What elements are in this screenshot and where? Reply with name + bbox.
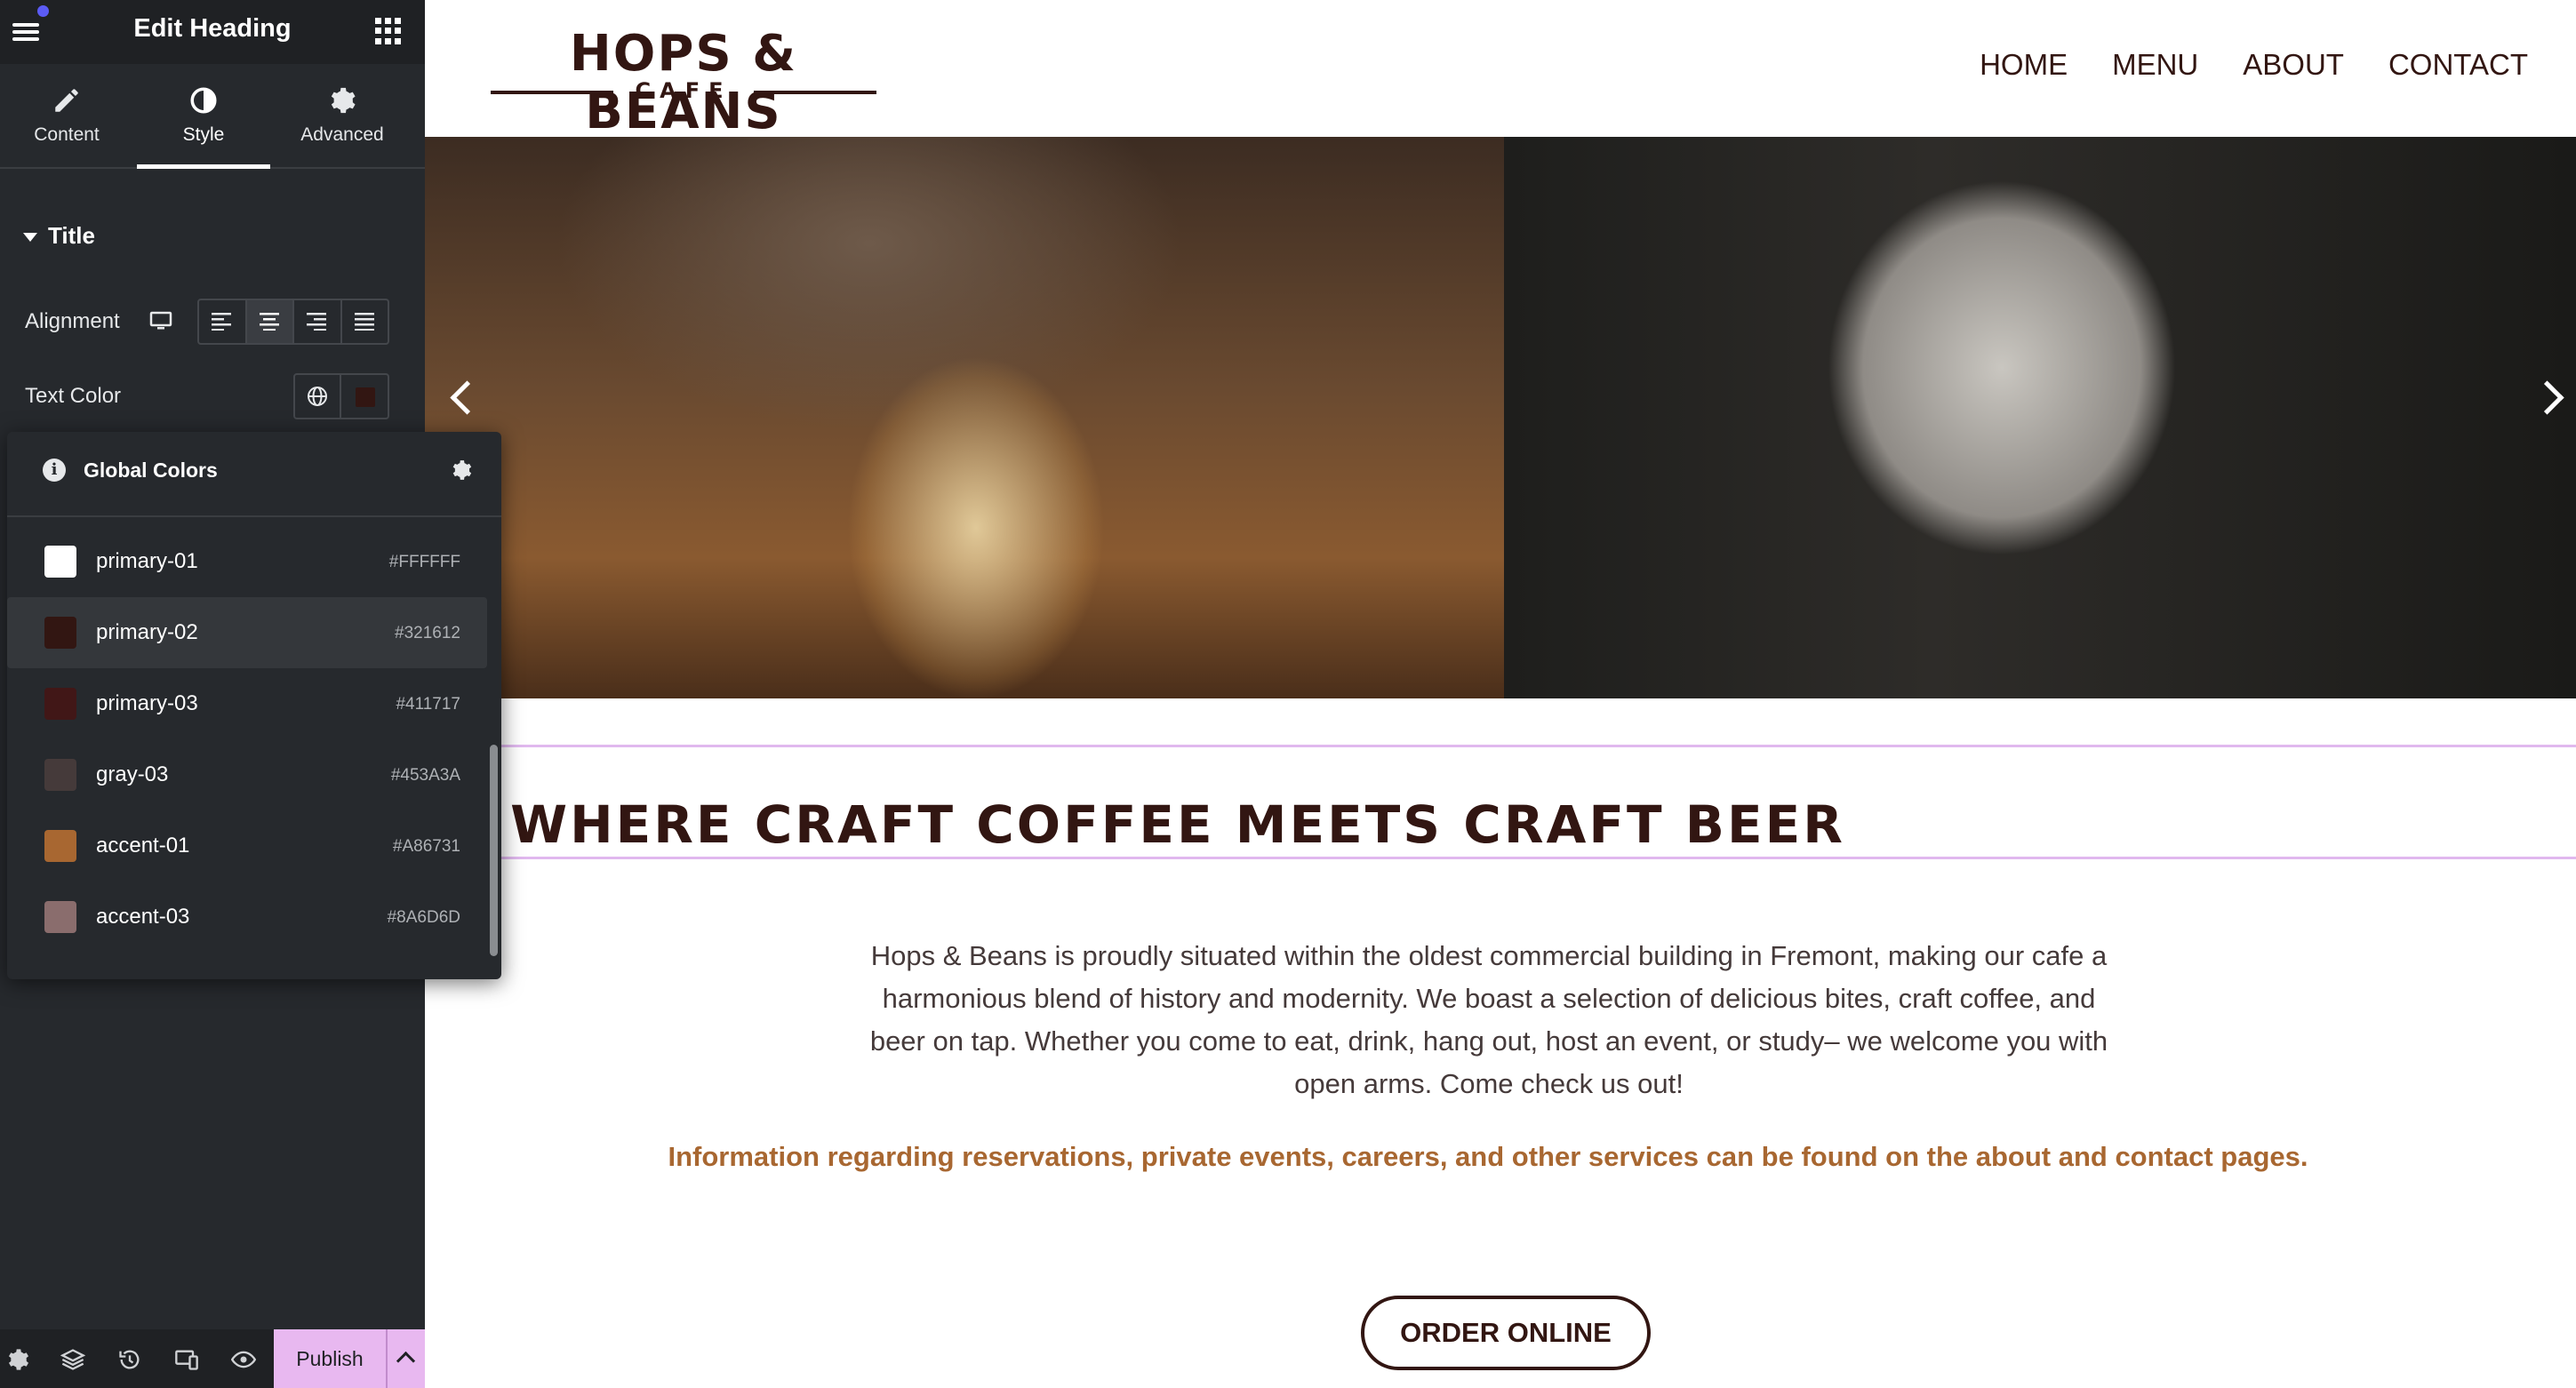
nav-contact[interactable]: CONTACT bbox=[2388, 48, 2528, 82]
responsive-icon[interactable] bbox=[174, 1347, 199, 1372]
panel-tabs: Content Style Advanced bbox=[0, 64, 425, 169]
align-center-button[interactable] bbox=[246, 300, 294, 343]
tab-content[interactable]: Content bbox=[0, 64, 133, 169]
color-swatch-button[interactable] bbox=[341, 375, 388, 418]
nav-about[interactable]: ABOUT bbox=[2243, 48, 2344, 82]
color-swatch bbox=[44, 546, 76, 578]
info-note: Information regarding reservations, priv… bbox=[668, 1141, 2308, 1172]
site-header: HOPS & BEANS CAFE HOME MENU ABOUT CONTAC… bbox=[425, 0, 2576, 140]
color-swatch bbox=[44, 617, 76, 649]
nav-home[interactable]: HOME bbox=[1980, 48, 2068, 82]
tab-style[interactable]: Style bbox=[137, 64, 270, 169]
text-color-control bbox=[293, 373, 389, 419]
global-color-item[interactable]: primary-03 #411717 bbox=[7, 668, 487, 739]
align-right-button[interactable] bbox=[294, 300, 342, 343]
global-color-item[interactable]: primary-02 #321612 bbox=[7, 597, 487, 668]
layers-icon[interactable] bbox=[60, 1347, 85, 1372]
half-circle-icon bbox=[190, 87, 217, 114]
align-right-icon bbox=[307, 313, 326, 331]
editor-footer: Publish bbox=[0, 1329, 425, 1388]
main-nav: HOME MENU ABOUT CONTACT bbox=[1980, 48, 2528, 82]
align-center-icon bbox=[259, 313, 279, 331]
align-justify-button[interactable] bbox=[342, 300, 388, 343]
global-color-item[interactable]: primary-01 #FFFFFF bbox=[7, 526, 487, 597]
selected-widget-outline-top bbox=[500, 745, 2576, 747]
nav-menu[interactable]: MENU bbox=[2112, 48, 2198, 82]
site-logo[interactable]: HOPS & BEANS CAFE bbox=[491, 25, 876, 140]
color-hex: #453A3A bbox=[390, 766, 460, 785]
gear-icon[interactable] bbox=[450, 459, 473, 482]
alignment-control bbox=[197, 299, 389, 345]
color-name: accent-01 bbox=[96, 834, 190, 858]
main-heading[interactable]: WHERE CRAFT COFFEE MEETS CRAFT BEER bbox=[500, 794, 1856, 855]
hero-image-beer-tap bbox=[425, 137, 1504, 698]
tab-advanced[interactable]: Advanced bbox=[276, 64, 409, 169]
section-title-label: Title bbox=[48, 222, 95, 249]
selected-widget-outline-bottom bbox=[500, 857, 2576, 859]
color-swatch bbox=[44, 901, 76, 933]
color-name: primary-02 bbox=[96, 620, 198, 644]
publish-button[interactable]: Publish bbox=[274, 1329, 386, 1388]
color-hex: #FFFFFF bbox=[388, 553, 460, 571]
settings-icon[interactable] bbox=[5, 1347, 30, 1372]
align-left-button[interactable] bbox=[199, 300, 247, 343]
tab-content-label: Content bbox=[34, 124, 100, 145]
global-colors-button[interactable] bbox=[295, 375, 341, 418]
logo-rule-right bbox=[754, 91, 876, 94]
color-hex: #321612 bbox=[395, 624, 460, 642]
tab-advanced-label: Advanced bbox=[300, 124, 384, 145]
editor-header: Edit Heading bbox=[0, 0, 425, 64]
color-name: primary-01 bbox=[96, 549, 198, 573]
global-color-item[interactable]: gray-03 #453A3A bbox=[7, 739, 487, 810]
publish-options-chevron-up-icon[interactable] bbox=[386, 1329, 425, 1388]
carousel-next-arrow-icon[interactable] bbox=[2533, 370, 2569, 423]
align-justify-icon bbox=[354, 313, 374, 331]
gear-icon bbox=[331, 87, 356, 114]
caret-down-icon bbox=[23, 233, 37, 243]
global-color-item[interactable]: accent-03 #8A6D6D bbox=[7, 881, 487, 953]
color-hex: #A86731 bbox=[392, 837, 460, 856]
order-online-button[interactable]: ORDER ONLINE bbox=[1361, 1296, 1651, 1370]
current-color-swatch bbox=[356, 387, 375, 407]
color-name: gray-03 bbox=[96, 762, 169, 786]
popover-scrollbar[interactable] bbox=[490, 745, 498, 956]
color-swatch bbox=[44, 688, 76, 720]
tab-style-label: Style bbox=[182, 124, 225, 145]
desktop-icon[interactable] bbox=[149, 311, 172, 331]
hero-carousel bbox=[425, 137, 2576, 698]
global-color-item[interactable]: accent-01 #A86731 bbox=[7, 810, 487, 881]
widgets-grid-icon[interactable] bbox=[375, 18, 402, 44]
color-hex: #411717 bbox=[396, 695, 460, 714]
carousel-prev-arrow-icon[interactable] bbox=[443, 370, 478, 423]
intro-paragraph: Hops & Beans is proudly situated within … bbox=[869, 940, 2108, 1099]
pencil-icon bbox=[55, 89, 78, 112]
panel-title: Edit Heading bbox=[133, 14, 292, 43]
globe-icon bbox=[308, 387, 327, 406]
color-swatch bbox=[44, 759, 76, 791]
global-colors-title: Global Colors bbox=[84, 459, 218, 482]
info-icon: i bbox=[43, 459, 66, 482]
global-colors-popover: i Global Colors primary-01 #FFFFFF prima… bbox=[7, 432, 501, 979]
global-colors-list: primary-01 #FFFFFF primary-02 #321612 pr… bbox=[7, 526, 487, 953]
color-swatch bbox=[44, 830, 76, 862]
color-name: accent-03 bbox=[96, 905, 190, 929]
text-color-label: Text Color bbox=[25, 384, 122, 408]
preview-eye-icon[interactable] bbox=[231, 1347, 256, 1372]
hero-image-latte-art bbox=[1504, 137, 2576, 698]
site-preview: HOPS & BEANS CAFE HOME MENU ABOUT CONTAC… bbox=[425, 0, 2576, 1388]
section-toggle-title[interactable]: Title bbox=[23, 222, 95, 250]
alignment-label: Alignment bbox=[25, 309, 120, 333]
align-left-icon bbox=[212, 313, 231, 331]
history-icon[interactable] bbox=[117, 1347, 142, 1372]
global-colors-header: i Global Colors bbox=[7, 432, 501, 517]
color-name: primary-03 bbox=[96, 691, 198, 715]
color-hex: #8A6D6D bbox=[387, 908, 460, 927]
